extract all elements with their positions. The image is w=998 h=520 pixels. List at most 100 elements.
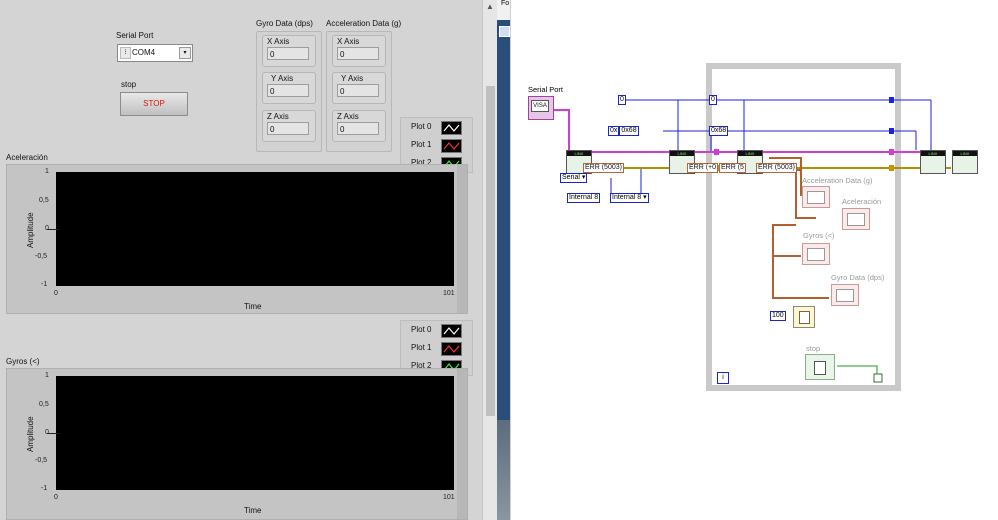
serial-port-control[interactable]: ⁝ COM4 ▾: [117, 44, 193, 62]
gyros-indicator[interactable]: [802, 243, 830, 265]
gyro-y-indicator: Y Axis 0: [262, 72, 316, 104]
y-tick-label: -0,5: [35, 457, 48, 464]
window-gap: [497, 0, 510, 520]
chart-bottom-title: Gyros (<): [6, 357, 40, 366]
serial-port-value: COM4: [132, 48, 156, 57]
serial-enum[interactable]: Serial ▾: [560, 173, 588, 183]
y-tick-label: 0,5: [39, 197, 49, 204]
y-tick-label: -1: [41, 485, 48, 492]
internal-enum-1[interactable]: Internal 8: [567, 193, 601, 203]
stop-button[interactable]: STOP: [120, 92, 188, 116]
iteration-terminal: i: [717, 372, 729, 384]
linx-close-vi[interactable]: LINX: [952, 150, 978, 174]
error-cluster-3: ERR (5: [719, 163, 746, 173]
x-max-label: 101: [443, 494, 455, 501]
tab-partial-label: Fo: [501, 0, 510, 7]
scrollbar-thumb[interactable]: [486, 86, 495, 416]
wait-timer-icon[interactable]: [793, 306, 815, 328]
visa-icon: ⁝: [120, 47, 131, 59]
wait-ms-constant[interactable]: 100: [770, 311, 786, 321]
y-tick-label: -0,5: [35, 253, 48, 260]
plot0-swatch-icon: [441, 121, 462, 135]
stop-label: stop: [121, 80, 137, 89]
chart-top-scrollbar[interactable]: [457, 165, 467, 313]
accel-y-value: 0: [337, 84, 379, 97]
x-max-label: 101: [443, 290, 455, 297]
gyro-x-indicator: X Axis 0: [262, 35, 316, 67]
accel-y-label: Y Axis: [341, 74, 364, 83]
gyro-z-label: Z Axis: [267, 112, 289, 121]
acceleration-data-indicator-label: Acceleration Data (g): [802, 176, 873, 185]
hex-prefix: 0x: [608, 126, 620, 136]
y-tick-label: 1: [45, 168, 49, 175]
gyro-y-value: 0: [267, 84, 309, 97]
acceleration-chart: 1 0,5 0 -0,5 -1 0 101 Time Amplitude: [6, 164, 468, 314]
accel-x-value: 0: [337, 47, 379, 60]
tunnel: [889, 128, 894, 134]
chart-bottom-scrollbar[interactable]: [457, 369, 467, 519]
x-min-label: 0: [54, 494, 58, 501]
chart-top-title: Aceleración: [6, 153, 48, 162]
tunnel: [889, 165, 894, 171]
stop-control-terminal[interactable]: [805, 354, 835, 380]
y-tick-label: 0,5: [39, 401, 49, 408]
legend-item[interactable]: Plot 0: [401, 321, 472, 339]
linx-i2c-close-vi[interactable]: LINX: [920, 150, 946, 174]
address-constant[interactable]: 0x 0x68: [608, 126, 639, 136]
loop-channel-constant[interactable]: 0: [709, 95, 717, 105]
zero-marker: [47, 433, 59, 434]
aceleracion-indicator[interactable]: [842, 208, 870, 230]
accel-z-label: Z Axis: [337, 112, 359, 121]
block-diagram: Serial Port VISA LINX LINX LINX LINX LIN…: [510, 0, 998, 520]
window-icon: [499, 26, 510, 37]
gyro-z-indicator: Z Axis 0: [262, 110, 316, 142]
gyro-data-cluster: X Axis 0 Y Axis 0 Z Axis 0: [256, 31, 322, 152]
legend-item[interactable]: Plot 0: [401, 118, 472, 136]
y-tick-label: 1: [45, 372, 49, 379]
gyro-x-value: 0: [267, 47, 309, 60]
accel-z-indicator: Z Axis 0: [332, 110, 386, 142]
stop-terminal-label: stop: [806, 344, 821, 353]
internal-enum-2[interactable]: Internal 8 ▾: [610, 193, 649, 203]
gyro-x-label: X Axis: [267, 37, 290, 46]
plot1-swatch-icon: [441, 139, 462, 153]
accel-z-value: 0: [337, 122, 379, 135]
error-cluster-4: ERR (5003): [756, 163, 797, 173]
legend-item[interactable]: Plot 1: [401, 339, 472, 357]
acceleration-data-cluster: X Axis 0 Y Axis 0 Z Axis 0: [326, 31, 392, 152]
y-axis-label: Amplitude: [26, 416, 35, 452]
tunnel: [889, 149, 894, 155]
gyro-data-indicator-label: Gyro Data (dps): [831, 273, 885, 282]
front-panel-scrollbar[interactable]: ▲: [482, 0, 498, 520]
accel-x-indicator: X Axis 0: [332, 35, 386, 67]
i2c-channel-constant[interactable]: 0: [618, 95, 626, 105]
wire: [772, 224, 801, 257]
aceleracion-indicator-label: Aceleración: [842, 197, 882, 206]
gyro-data-title: Gyro Data (dps): [256, 19, 313, 28]
hex-value: 0x68: [619, 126, 639, 136]
tunnel: [714, 149, 719, 155]
serial-port-label: Serial Port: [116, 31, 154, 40]
zero-marker: [47, 229, 59, 230]
y-axis-label: Amplitude: [26, 212, 35, 248]
desktop-background: [497, 420, 510, 520]
acceleration-data-title: Acceleration Data (g): [326, 19, 402, 28]
gyro-z-value: 0: [267, 122, 309, 135]
x-axis-label: Time: [244, 506, 262, 515]
accel-x-label: X Axis: [337, 37, 360, 46]
legend-item[interactable]: Plot 1: [401, 136, 472, 154]
acceleration-data-indicator[interactable]: [802, 186, 830, 208]
loop-address-constant[interactable]: 0x68: [709, 126, 729, 136]
plot1-swatch-icon: [441, 342, 462, 356]
error-cluster-2: ERR (+0: [687, 163, 719, 173]
gyro-data-indicator[interactable]: [831, 284, 859, 306]
x-min-label: 0: [54, 290, 58, 297]
plot0-swatch-icon: [441, 324, 462, 338]
gyro-y-label: Y Axis: [271, 74, 294, 83]
serial-port-terminal[interactable]: VISA: [528, 96, 554, 120]
dropdown-arrow-icon[interactable]: ▾: [179, 47, 191, 59]
x-axis-label: Time: [244, 302, 262, 311]
visa-icon: VISA: [531, 100, 549, 112]
scroll-up-icon[interactable]: ▲: [486, 2, 494, 11]
gyros-plot-area: [56, 376, 454, 490]
